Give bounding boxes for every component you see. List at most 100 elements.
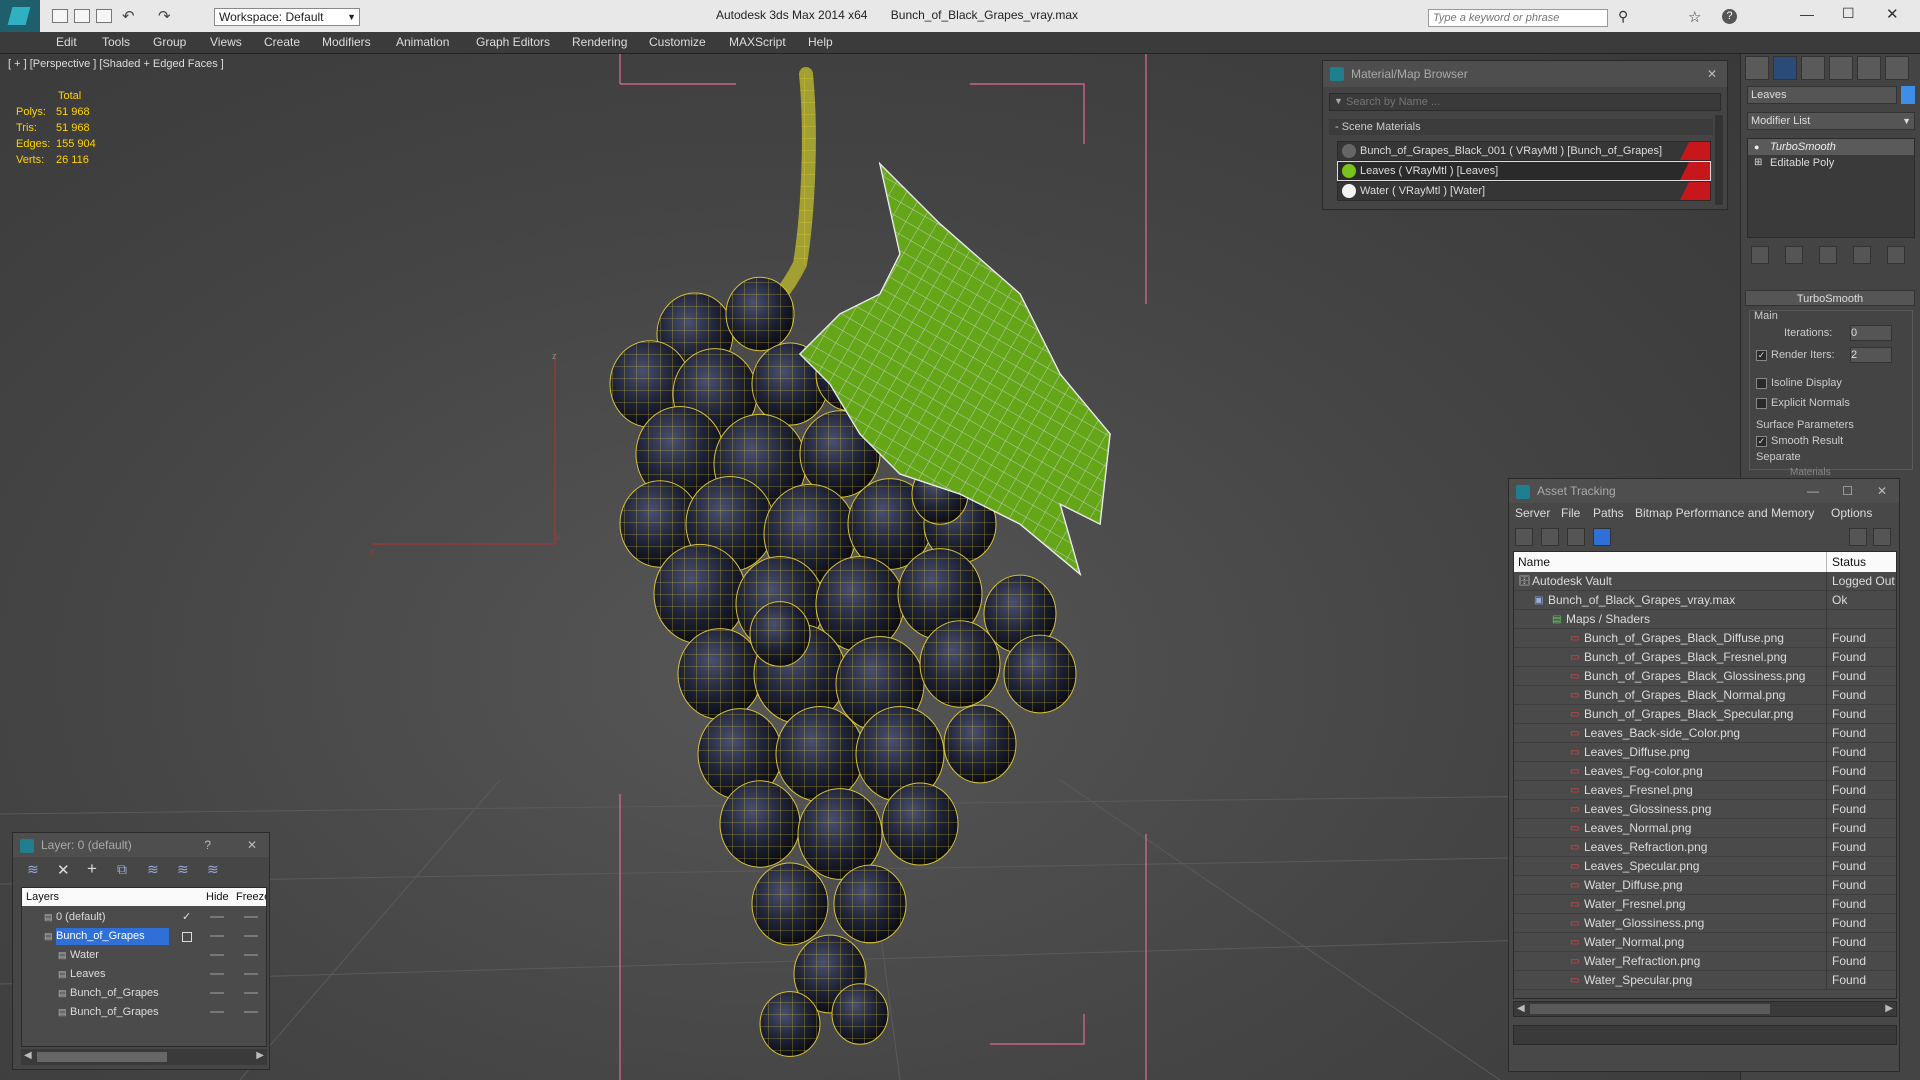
close-icon[interactable]: ✕ (1877, 479, 1887, 503)
save-file-icon[interactable] (96, 9, 112, 23)
hide-toggle[interactable] (210, 992, 224, 994)
new-layer-icon[interactable]: ≋ (27, 861, 39, 878)
freeze-toggle[interactable] (244, 916, 258, 918)
isoline-checkbox[interactable] (1756, 377, 1767, 389)
layer-row[interactable]: ▤ Water (22, 946, 266, 965)
redo-icon[interactable]: ↷ (158, 7, 171, 25)
asset-row[interactable]: ▭ Bunch_of_Grapes_Black_Specular.png Found (1514, 705, 1896, 724)
col-hide[interactable]: Hide (206, 888, 229, 906)
asset-row[interactable]: ▭ Water_Glossiness.png Found (1514, 914, 1896, 933)
menu-group[interactable]: Group (153, 35, 186, 49)
smooth-result-checkbox[interactable]: ✓ (1756, 435, 1767, 447)
asset-row[interactable]: ▭ Water_Diffuse.png Found (1514, 876, 1896, 895)
material-item[interactable]: Bunch_of_Grapes_Black_001 ( VRayMtl ) [B… (1337, 141, 1711, 161)
scroll-thumb[interactable] (37, 1052, 167, 1062)
asset-menu-bitmap[interactable]: Bitmap Performance and Memory (1635, 506, 1814, 520)
menu-tools[interactable]: Tools (102, 35, 130, 49)
asset-row[interactable]: ▭ Leaves_Glossiness.png Found (1514, 800, 1896, 819)
menu-customize[interactable]: Customize (649, 35, 706, 49)
asset-row[interactable]: ▭ Water_Refraction.png Found (1514, 952, 1896, 971)
stack-item-turbosmooth[interactable]: ● TurboSmooth (1748, 139, 1914, 155)
material-browser-titlebar[interactable]: Material/Map Browser ✕ (1323, 61, 1727, 87)
materials-checkbox-label[interactable]: Materials (1790, 467, 1831, 478)
asset-row[interactable]: ▭ Bunch_of_Grapes_Black_Diffuse.png Found (1514, 629, 1896, 648)
render-iters-spinner[interactable] (1850, 347, 1892, 363)
maximize-icon[interactable]: ☐ (1842, 5, 1855, 22)
asset-path-field[interactable] (1513, 1025, 1897, 1045)
utilities-tab-icon[interactable] (1885, 56, 1909, 80)
scroll-left-icon[interactable]: ◀ (1517, 1003, 1525, 1014)
expand-icon[interactable]: ⊞ (1754, 155, 1762, 171)
menu-views[interactable]: Views (210, 35, 242, 49)
undo-icon[interactable]: ↶ (122, 7, 135, 25)
col-status[interactable]: Status (1832, 552, 1866, 572)
refresh-icon[interactable] (1515, 528, 1533, 546)
asset-menu-file[interactable]: File (1561, 506, 1580, 520)
layer-row[interactable]: ▤ Bunch_of_Grapes (22, 927, 266, 946)
material-item[interactable]: Water ( VRayMtl ) [Water] (1337, 181, 1711, 201)
asset-row[interactable]: ▭ Leaves_Fog-color.png Found (1514, 762, 1896, 781)
current-layer-check-icon[interactable]: ✓ (182, 908, 191, 927)
hide-all-icon[interactable]: ≋ (177, 861, 189, 878)
asset-row[interactable]: ▭ Leaves_Fresnel.png Found (1514, 781, 1896, 800)
scene-materials-header[interactable]: - Scene Materials (1329, 119, 1713, 135)
turbosmooth-rollout-header[interactable]: TurboSmooth (1745, 290, 1915, 306)
hide-toggle[interactable] (210, 954, 224, 956)
explicit-normals-checkbox[interactable] (1756, 397, 1767, 409)
detail-view-icon[interactable] (1567, 528, 1585, 546)
scroll-right-icon[interactable]: ▶ (256, 1050, 264, 1061)
configure-sets-icon[interactable] (1887, 246, 1905, 264)
remove-modifier-icon[interactable] (1853, 246, 1871, 264)
render-iters-checkbox[interactable]: ✓ (1756, 349, 1767, 361)
freeze-toggle[interactable] (244, 954, 258, 956)
app-logo[interactable] (0, 0, 40, 32)
add-to-layer-icon[interactable]: + (87, 859, 97, 879)
asset-row[interactable]: ▭ Leaves_Refraction.png Found (1514, 838, 1896, 857)
layer-row[interactable]: ▤ Bunch_of_Grapes (22, 1003, 266, 1022)
set-current-box-icon[interactable] (182, 932, 192, 942)
freeze-toggle[interactable] (244, 935, 258, 937)
layer-row[interactable]: ▤ 0 (default) ✓ (22, 908, 266, 927)
asset-row[interactable]: ▭ Water_Fresnel.png Found (1514, 895, 1896, 914)
material-search-bar[interactable]: ▼ (1329, 93, 1721, 111)
object-color-swatch[interactable] (1901, 86, 1915, 104)
binoculars-icon[interactable]: ⚲ (1618, 8, 1628, 25)
pin-stack-icon[interactable] (1751, 246, 1769, 264)
freeze-toggle[interactable] (244, 1011, 258, 1013)
object-name-field[interactable] (1747, 86, 1897, 104)
hide-toggle[interactable] (210, 1011, 224, 1013)
minimize-icon[interactable]: — (1800, 6, 1814, 22)
asset-row[interactable]: ▣ Bunch_of_Black_Grapes_vray.max Ok (1514, 591, 1896, 610)
freeze-toggle[interactable] (244, 992, 258, 994)
create-tab-icon[interactable] (1745, 56, 1769, 80)
menu-create[interactable]: Create (264, 35, 300, 49)
dropdown-triangle-icon[interactable]: ▼ (1334, 96, 1343, 106)
asset-horizontal-scrollbar[interactable]: ◀ ▶ (1513, 1001, 1897, 1017)
layer-scrollbar[interactable]: ◀ ▶ (21, 1049, 267, 1065)
asset-row[interactable]: ▭ Bunch_of_Grapes_Black_Fresnel.png Found (1514, 648, 1896, 667)
asset-row[interactable]: ▭ Water_Normal.png Found (1514, 933, 1896, 952)
iterations-spinner[interactable] (1850, 325, 1892, 341)
maximize-icon[interactable]: ☐ (1842, 479, 1853, 503)
modify-tab-icon[interactable] (1773, 56, 1797, 80)
select-objects-icon[interactable]: ⧉ (117, 861, 127, 878)
hide-toggle[interactable] (210, 973, 224, 975)
asset-row[interactable]: ▭ Bunch_of_Grapes_Black_Normal.png Found (1514, 686, 1896, 705)
layer-row[interactable]: ▤ Bunch_of_Grapes (22, 984, 266, 1003)
scroll-thumb[interactable] (1530, 1004, 1770, 1014)
asset-row[interactable]: ▭ Leaves_Back-side_Color.png Found (1514, 724, 1896, 743)
menu-maxscript[interactable]: MAXScript (729, 35, 786, 49)
layer-manager-titlebar[interactable]: Layer: 0 (default) ? ✕ (13, 833, 269, 857)
layer-row[interactable]: ▤ Leaves (22, 965, 266, 984)
help-icon[interactable]: ? (1722, 9, 1737, 24)
star-icon[interactable]: ☆ (1688, 8, 1701, 26)
col-layers[interactable]: Layers (26, 888, 59, 906)
asset-menu-options[interactable]: Options (1831, 506, 1872, 520)
material-search-input[interactable] (1346, 95, 1646, 109)
settings-icon[interactable] (1873, 528, 1891, 546)
workspace-dropdown[interactable]: Workspace: Default ▼ (214, 8, 360, 26)
asset-row[interactable]: ▭ Bunch_of_Grapes_Black_Glossiness.png Fou… (1514, 667, 1896, 686)
asset-tracking-titlebar[interactable]: Asset Tracking — ☐ ✕ (1509, 479, 1899, 503)
asset-row[interactable]: 🗄Autodesk Vault Logged Out ... (1514, 572, 1896, 591)
menu-modifiers[interactable]: Modifiers (322, 35, 371, 49)
